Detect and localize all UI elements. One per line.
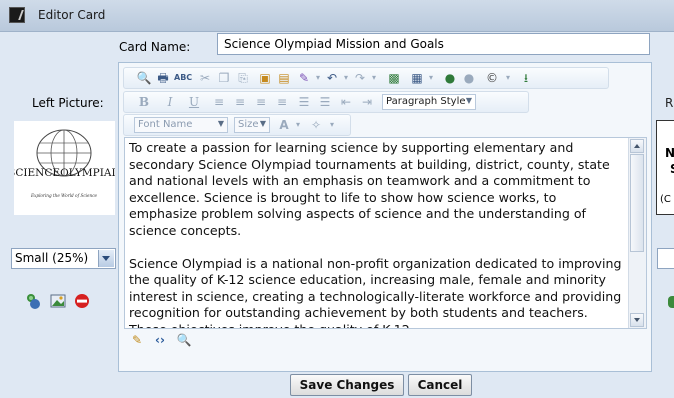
template-icon[interactable]: ⭳ [518, 70, 534, 86]
cancel-button[interactable]: Cancel [408, 374, 472, 396]
justify-icon[interactable]: ≡ [274, 94, 290, 110]
paragraph-style-select[interactable]: Paragraph Style ▼ [382, 94, 476, 110]
chevron-down-icon[interactable]: ▾ [324, 117, 340, 133]
italic-button[interactable]: I [162, 94, 178, 110]
paragraph-style-value: Paragraph Style [386, 96, 466, 107]
paste-text-icon[interactable]: ▣ [257, 70, 273, 86]
copy-icon[interactable]: ❐ [216, 70, 232, 86]
image-icon[interactable]: ▩ [386, 70, 402, 86]
editor-mode-bar: ✎ ‹› 🔍 [124, 329, 647, 349]
find-icon[interactable]: 🔍 [136, 70, 152, 86]
chevron-down-icon: ▼ [217, 119, 224, 128]
chevron-down-icon[interactable]: ▾ [290, 117, 306, 133]
scroll-thumb[interactable] [630, 154, 644, 252]
chevron-down-icon[interactable]: ▾ [423, 70, 439, 86]
right-picture-label: R [665, 96, 674, 110]
left-picture[interactable]: SCIENCEOLYMPIAD Exploring the World of S… [8, 121, 120, 215]
ordered-list-icon[interactable]: ☰ [296, 94, 312, 110]
content-paragraph: Science Olympiad is a national non-profi… [129, 255, 622, 328]
toolbar-row-1: 🔍 🖶 ABC ✂ ❐ ⎘ ▣ ▤ ✎ ▾ ↶ ▾ ↷ ▾ ▩ ▦ ▾ ● ● … [123, 67, 609, 89]
app-icon [9, 7, 25, 23]
toolbar-row-3: Font Name ▼ Size ▼ A ▾ ✧ ▾ [123, 114, 351, 136]
outdent-icon[interactable]: ⇤ [338, 94, 354, 110]
editor-text: To create a passion for learning science… [129, 140, 625, 328]
left-picture-label: Left Picture: [32, 96, 104, 110]
align-left-icon[interactable]: ≡ [211, 94, 227, 110]
right-picture-size-select[interactable] [657, 248, 674, 269]
font-size-select[interactable]: Size ▼ [234, 117, 270, 133]
title-bar: Editor Card [0, 0, 674, 32]
left-picture-size-select[interactable]: Small (25%) [11, 248, 116, 269]
bold-button[interactable]: B [136, 94, 152, 110]
save-changes-button[interactable]: Save Changes [290, 374, 404, 396]
content-paragraph: To create a passion for learning science… [129, 140, 610, 238]
toolbar-row-2: B I U ≡ ≡ ≡ ≡ ☰ ☰ ⇤ ⇥ Paragraph Style ▼ [123, 91, 529, 113]
logo-text: SCIENCEOLYMPIAD [14, 167, 115, 179]
right-picture-text: (C [660, 194, 671, 205]
scroll-up-arrow-icon[interactable] [630, 139, 644, 153]
chevron-down-icon[interactable]: ▾ [500, 70, 516, 86]
science-olympiad-logo: SCIENCEOLYMPIAD Exploring the World of S… [8, 129, 120, 198]
align-center-icon[interactable]: ≡ [232, 94, 248, 110]
right-picture-text: N [665, 146, 674, 160]
unordered-list-icon[interactable]: ☰ [317, 94, 333, 110]
left-picture-size-value: Small (25%) [15, 251, 89, 265]
link-icon[interactable]: ● [442, 70, 458, 86]
right-picture[interactable]: N S (C [656, 120, 674, 215]
underline-button[interactable]: U [186, 94, 202, 110]
preview-icon[interactable]: 🔍 [176, 332, 192, 348]
highlight-color-icon[interactable]: ✧ [308, 117, 324, 133]
chevron-down-icon: ▼ [259, 119, 266, 128]
paste-icon[interactable]: ⎘ [235, 70, 251, 86]
html-mode-icon[interactable]: ‹› [152, 332, 168, 348]
chevron-down-icon[interactable]: ▾ [366, 70, 382, 86]
align-right-icon[interactable]: ≡ [253, 94, 269, 110]
editor-content[interactable]: To create a passion for learning science… [124, 137, 647, 329]
insert-image-icon[interactable] [49, 292, 67, 310]
symbol-icon[interactable]: © [484, 70, 500, 86]
paste-word-icon[interactable]: ▤ [276, 70, 292, 86]
window-title: Editor Card [38, 8, 106, 22]
chevron-down-icon[interactable] [98, 250, 114, 267]
rich-text-editor: 🔍 🖶 ABC ✂ ❐ ⎘ ▣ ▤ ✎ ▾ ↶ ▾ ↷ ▾ ▩ ▦ ▾ ● ● … [118, 62, 652, 372]
scroll-down-arrow-icon[interactable] [630, 313, 644, 327]
indent-icon[interactable]: ⇥ [359, 94, 375, 110]
vertical-scrollbar[interactable] [628, 138, 646, 328]
design-mode-icon[interactable]: ✎ [129, 332, 145, 348]
logo-tagline: Exploring the World of Science [30, 193, 98, 198]
change-picture-icon[interactable] [24, 292, 42, 310]
print-icon[interactable]: 🖶 [155, 70, 171, 86]
chevron-down-icon: ▼ [465, 96, 472, 105]
unlink-icon[interactable]: ● [461, 70, 477, 86]
card-name-input[interactable] [217, 33, 650, 55]
font-name-select[interactable]: Font Name ▼ [134, 117, 228, 133]
spellcheck-icon[interactable]: ABC [174, 70, 192, 86]
cut-icon[interactable]: ✂ [197, 70, 213, 86]
font-name-value: Font Name [138, 119, 193, 130]
right-picture-text: S [670, 162, 674, 176]
delete-icon[interactable] [73, 292, 91, 310]
card-name-label: Card Name: [119, 40, 191, 54]
font-size-value: Size [238, 119, 259, 130]
change-picture-icon[interactable] [668, 296, 674, 308]
